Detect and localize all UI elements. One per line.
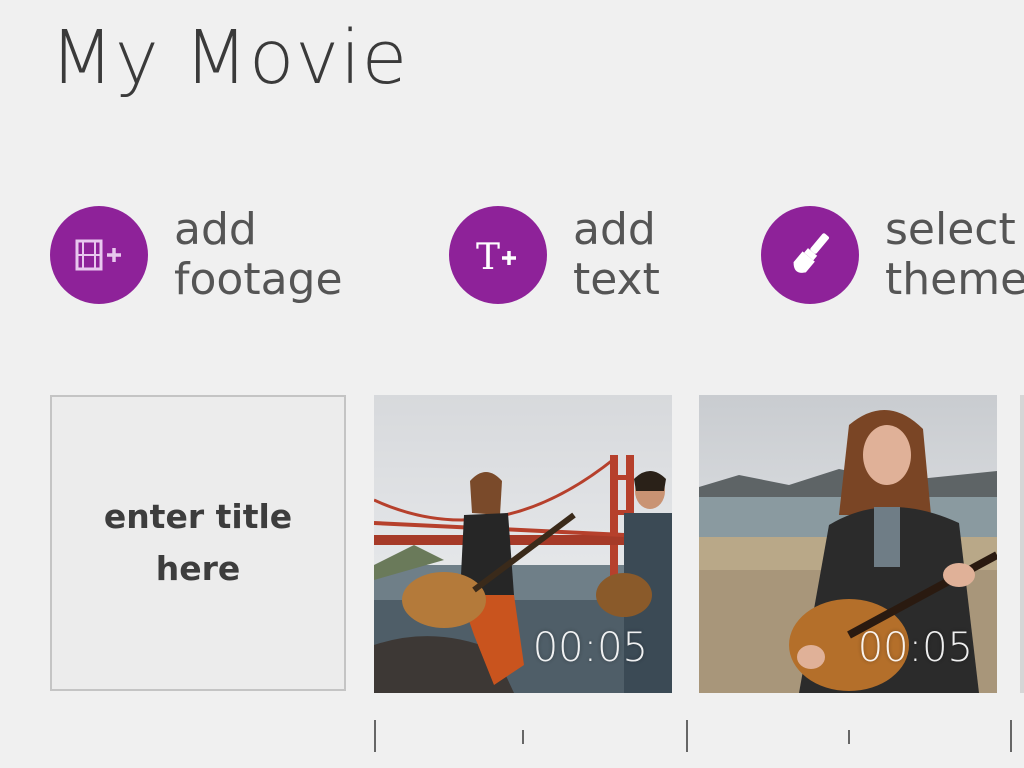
paintbrush-icon	[761, 206, 859, 304]
select-theme-label: select theme	[885, 204, 1024, 305]
clip-duration: 00:05	[857, 625, 973, 671]
timeline-tick	[374, 720, 376, 752]
add-footage-button[interactable]: add footage	[50, 200, 343, 310]
timeline-tick	[522, 730, 524, 744]
title-placeholder: enter title here	[103, 497, 293, 588]
page-title: My Movie	[50, 15, 409, 101]
timeline-tick	[1010, 720, 1012, 752]
add-text-button[interactable]: T add text	[449, 200, 660, 310]
add-text-label: add text	[573, 204, 660, 305]
select-theme-button[interactable]: select theme	[761, 200, 1024, 310]
svg-text:T: T	[476, 237, 500, 278]
film-add-icon	[50, 206, 148, 304]
title-tile[interactable]: enter title here	[50, 395, 346, 691]
text-add-icon: T	[449, 206, 547, 304]
video-clip[interactable]: 00:05	[699, 395, 997, 693]
next-clip-edge[interactable]	[1020, 395, 1024, 693]
movie-editor: My Movie add footage T add text select t…	[0, 0, 1024, 768]
video-clip[interactable]: 00:05	[374, 395, 672, 693]
add-footage-label: add footage	[174, 204, 343, 305]
timeline-tick	[686, 720, 688, 752]
clip-duration: 00:05	[532, 625, 648, 671]
timeline-tick	[848, 730, 850, 744]
